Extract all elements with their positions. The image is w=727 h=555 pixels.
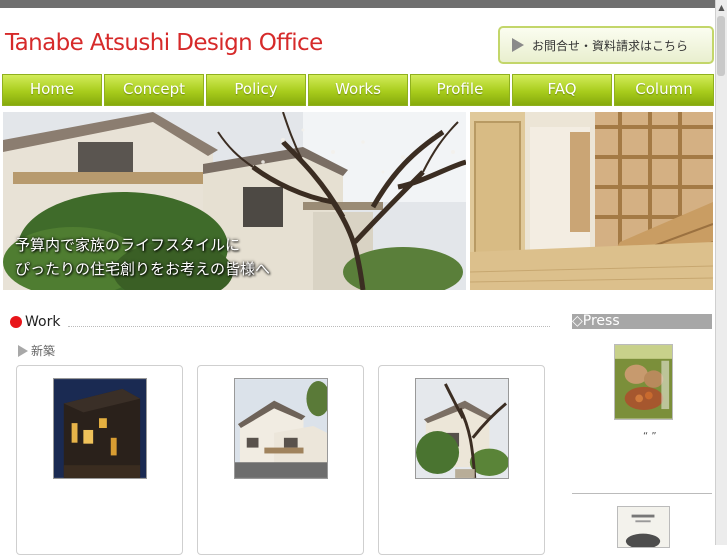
contact-button-label: お問合せ・資料請求はこちら [532, 38, 689, 53]
hero-caption-line-1: 予算内で家族のライフスタイルに [15, 236, 241, 254]
site-title[interactable]: Tanabe Atsushi Design Office [5, 30, 323, 56]
hero-interior-photo [470, 112, 713, 290]
work-section-title: Work [25, 314, 61, 330]
red-bullet-icon [10, 316, 22, 328]
hero-caption: 予算内で家族のライフスタイルに ぴったりの住宅創りをお考えの皆様へ [15, 233, 270, 281]
nav-home[interactable]: Home [2, 74, 102, 106]
hero-banner: 予算内で家族のライフスタイルに ぴったりの住宅創りをお考えの皆様へ [3, 112, 713, 290]
triangle-bullet-icon [18, 344, 28, 357]
work-subheading[interactable]: 新築 [18, 342, 55, 359]
dotted-divider [68, 325, 550, 327]
work-card[interactable] [16, 365, 183, 555]
scrollbar-thumb[interactable] [717, 16, 725, 76]
work-section-heading: Work [10, 312, 550, 332]
press-divider [572, 493, 712, 494]
vertical-scrollbar[interactable]: ▲ [715, 0, 727, 545]
nav-faq[interactable]: FAQ [512, 74, 612, 106]
nav-policy[interactable]: Policy [206, 74, 306, 106]
scroll-up-arrow-icon[interactable]: ▲ [716, 2, 727, 14]
play-arrow-icon [512, 38, 524, 52]
work-thumbnail-garden-house[interactable] [415, 378, 509, 479]
hero-caption-line-2: ぴったりの住宅創りをお考えの皆様へ [15, 260, 271, 278]
work-subheading-label: 新築 [31, 344, 56, 358]
press-quote: “ ” [643, 431, 657, 442]
work-thumbnail-night-house[interactable] [53, 378, 147, 479]
contact-button[interactable]: お問合せ・資料請求はこちら [498, 26, 714, 64]
work-card[interactable] [378, 365, 545, 555]
press-book-cover[interactable] [617, 506, 670, 548]
work-card[interactable] [197, 365, 364, 555]
nav-profile[interactable]: Profile [410, 74, 510, 106]
press-header: ◇Press [572, 314, 712, 329]
nav-column[interactable]: Column [614, 74, 714, 106]
window-top-bar [0, 0, 716, 8]
nav-concept[interactable]: Concept [104, 74, 204, 106]
main-nav: Home Concept Policy Works Profile FAQ Co… [2, 74, 714, 106]
press-magazine-cover[interactable] [614, 344, 673, 420]
nav-works[interactable]: Works [308, 74, 408, 106]
work-thumbnail-white-house[interactable] [234, 378, 328, 479]
